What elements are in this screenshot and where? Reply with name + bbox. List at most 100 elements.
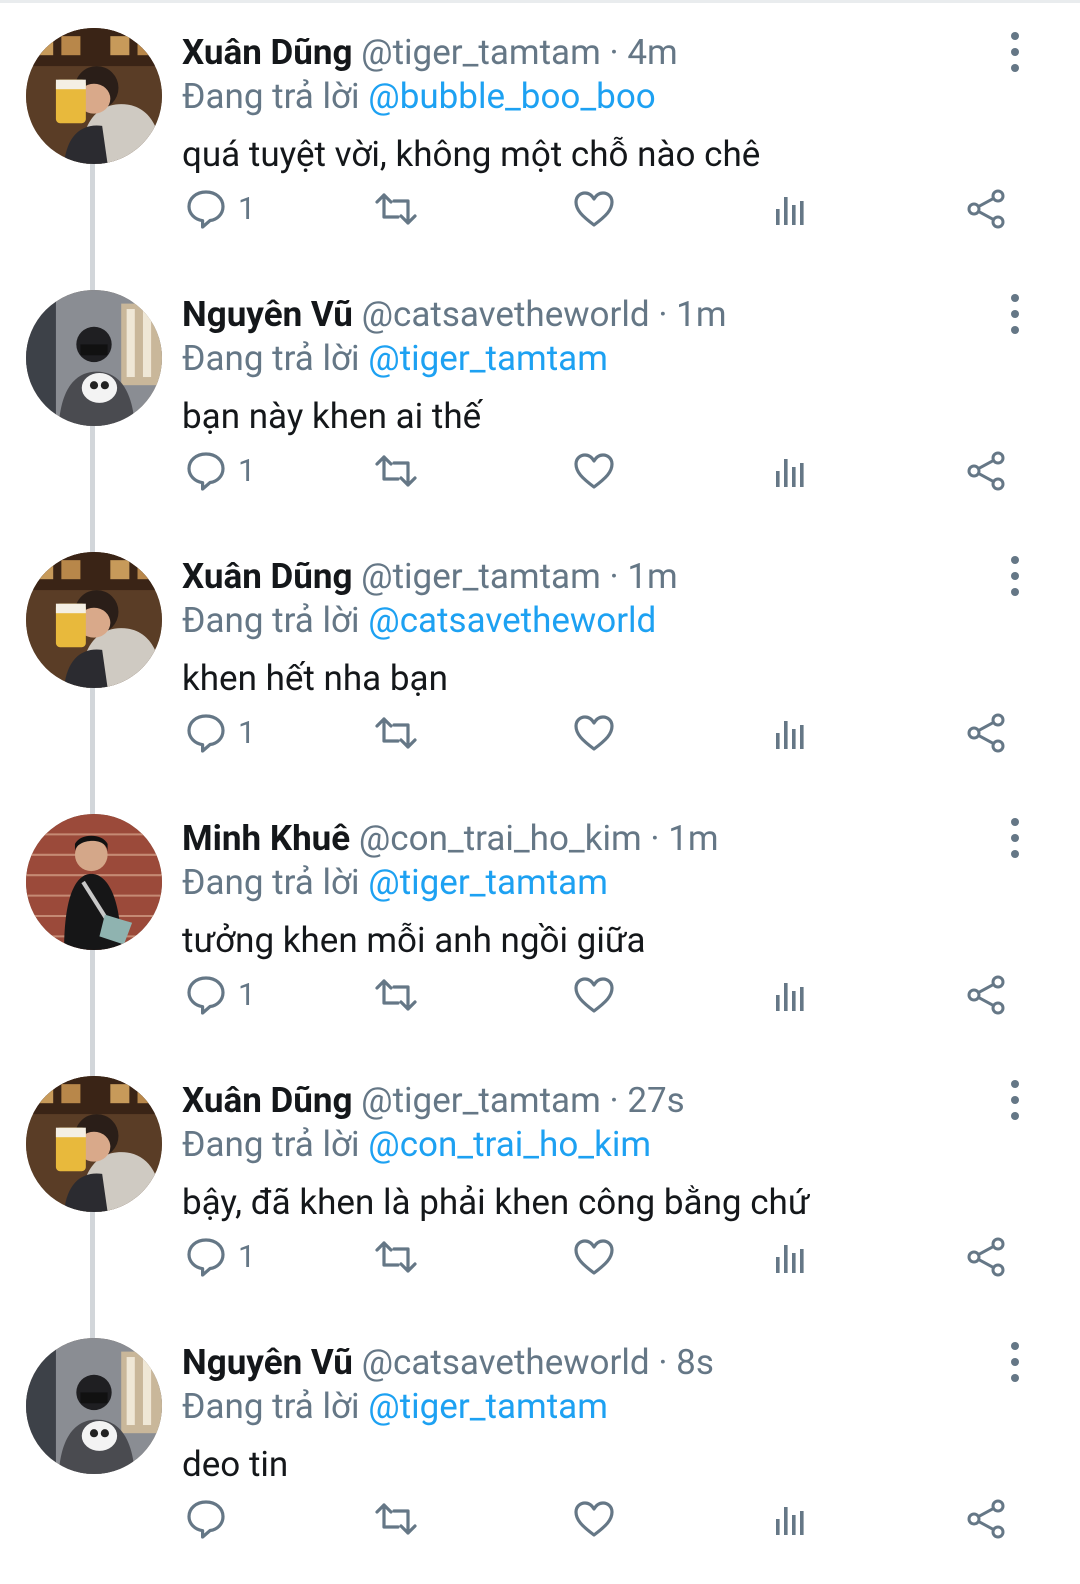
analytics-icon bbox=[776, 1507, 804, 1535]
replying-to-handle[interactable]: @catsavetheworld bbox=[368, 600, 656, 641]
tweet-header: Minh Khuê @con_trai_ho_kim · 1m bbox=[182, 814, 719, 864]
replying-to-handle[interactable]: @tiger_tamtam bbox=[368, 338, 608, 379]
display-name[interactable]: Xuân Dũng bbox=[182, 556, 352, 597]
retweet-button[interactable] bbox=[374, 1227, 418, 1287]
share-button[interactable] bbox=[964, 703, 1008, 763]
reply-icon bbox=[187, 190, 225, 229]
user-handle[interactable]: @con_trai_ho_kim bbox=[359, 818, 642, 859]
more-options-icon[interactable] bbox=[998, 1080, 1032, 1120]
replying-to-label: Đang trả lời bbox=[182, 1124, 360, 1165]
analytics-button[interactable] bbox=[768, 965, 812, 1025]
user-handle[interactable]: @catsavetheworld bbox=[362, 294, 650, 335]
tweet[interactable]: Xuân Dũng @tiger_tamtam · 1m Đang trả lờ… bbox=[0, 528, 1080, 814]
retweet-icon bbox=[375, 1503, 417, 1535]
more-options-icon[interactable] bbox=[998, 32, 1032, 72]
replying-to-label: Đang trả lời bbox=[182, 338, 360, 379]
share-button[interactable] bbox=[964, 179, 1008, 239]
share-icon bbox=[967, 189, 1005, 229]
reply-button[interactable]: 1 bbox=[184, 703, 255, 763]
replying-to-handle[interactable]: @tiger_tamtam bbox=[368, 862, 608, 903]
reply-button[interactable]: 1 bbox=[184, 965, 255, 1025]
user-handle[interactable]: @tiger_tamtam bbox=[361, 32, 601, 73]
share-button[interactable] bbox=[964, 965, 1008, 1025]
timestamp[interactable]: 1m bbox=[668, 818, 718, 859]
retweet-icon bbox=[375, 193, 417, 225]
heart-icon bbox=[574, 715, 614, 751]
tweet-text: tưởng khen mỗi anh ngồi giữa bbox=[182, 920, 646, 961]
like-button[interactable] bbox=[572, 1227, 616, 1287]
reply-icon bbox=[187, 714, 225, 753]
display-name[interactable]: Xuân Dũng bbox=[182, 1080, 352, 1121]
retweet-button[interactable] bbox=[374, 441, 418, 501]
replying-to: Đang trả lời @tiger_tamtam bbox=[182, 1384, 608, 1430]
replying-to-handle[interactable]: @bubble_boo_boo bbox=[368, 76, 656, 117]
avatar-beer[interactable] bbox=[26, 28, 162, 164]
like-button[interactable] bbox=[572, 965, 616, 1025]
like-button[interactable] bbox=[572, 441, 616, 501]
avatar-dog[interactable] bbox=[26, 1338, 162, 1474]
user-handle[interactable]: @catsavetheworld bbox=[362, 1342, 650, 1383]
more-options-icon[interactable] bbox=[998, 1342, 1032, 1382]
like-button[interactable] bbox=[572, 179, 616, 239]
replying-to: Đang trả lời @tiger_tamtam bbox=[182, 860, 608, 906]
tweet-header: Nguyên Vũ @catsavetheworld · 8s bbox=[182, 1338, 714, 1388]
tweet[interactable]: Xuân Dũng @tiger_tamtam · 4m Đang trả lờ… bbox=[0, 4, 1080, 290]
display-name[interactable]: Xuân Dũng bbox=[182, 32, 352, 73]
analytics-icon bbox=[776, 197, 804, 225]
replying-to-handle[interactable]: @tiger_tamtam bbox=[368, 1386, 608, 1427]
analytics-button[interactable] bbox=[768, 703, 812, 763]
share-button[interactable] bbox=[964, 441, 1008, 501]
more-options-icon[interactable] bbox=[998, 556, 1032, 596]
heart-icon bbox=[574, 977, 614, 1013]
avatar-beer[interactable] bbox=[26, 1076, 162, 1212]
like-button[interactable] bbox=[572, 703, 616, 763]
display-name[interactable]: Nguyên Vũ bbox=[182, 294, 353, 335]
share-button[interactable] bbox=[964, 1227, 1008, 1287]
timestamp[interactable]: 27s bbox=[627, 1080, 684, 1121]
timestamp[interactable]: 1m bbox=[627, 556, 677, 597]
more-options-icon[interactable] bbox=[998, 818, 1032, 858]
retweet-button[interactable] bbox=[374, 1489, 418, 1549]
replying-to-label: Đang trả lời bbox=[182, 862, 360, 903]
avatar-beer[interactable] bbox=[26, 552, 162, 688]
timestamp[interactable]: 1m bbox=[676, 294, 726, 335]
reply-thread: Xuân Dũng @tiger_tamtam · 4m Đang trả lờ… bbox=[0, 0, 1080, 1584]
analytics-button[interactable] bbox=[768, 441, 812, 501]
tweet-actions: 1 bbox=[180, 179, 1020, 239]
tweet[interactable]: Nguyên Vũ @catsavetheworld · 1m Đang trả… bbox=[0, 266, 1080, 552]
reply-icon bbox=[187, 1500, 225, 1539]
reply-button[interactable]: 1 bbox=[184, 441, 255, 501]
retweet-button[interactable] bbox=[374, 703, 418, 763]
like-button[interactable] bbox=[572, 1489, 616, 1549]
display-name[interactable]: Nguyên Vũ bbox=[182, 1342, 353, 1383]
replying-to-handle[interactable]: @con_trai_ho_kim bbox=[368, 1124, 651, 1165]
retweet-button[interactable] bbox=[374, 179, 418, 239]
avatar-brick[interactable] bbox=[26, 814, 162, 950]
heart-icon bbox=[574, 1239, 614, 1275]
analytics-button[interactable] bbox=[768, 179, 812, 239]
tweet[interactable]: Minh Khuê @con_trai_ho_kim · 1m Đang trả… bbox=[0, 790, 1080, 1076]
reply-count: 1 bbox=[238, 1238, 256, 1275]
reply-button[interactable]: 1 bbox=[184, 179, 255, 239]
separator-dot: · bbox=[609, 1080, 619, 1121]
timestamp[interactable]: 4m bbox=[627, 32, 677, 73]
tweet-text: deo tin bbox=[182, 1444, 289, 1485]
retweet-button[interactable] bbox=[374, 965, 418, 1025]
reply-button[interactable] bbox=[184, 1489, 228, 1549]
reply-button[interactable]: 1 bbox=[184, 1227, 255, 1287]
display-name[interactable]: Minh Khuê bbox=[182, 818, 350, 859]
heart-icon bbox=[574, 453, 614, 489]
more-options-icon[interactable] bbox=[998, 294, 1032, 334]
retweet-icon bbox=[375, 717, 417, 749]
reply-icon bbox=[187, 976, 225, 1015]
tweet[interactable]: Xuân Dũng @tiger_tamtam · 27s Đang trả l… bbox=[0, 1052, 1080, 1338]
tweet[interactable]: Nguyên Vũ @catsavetheworld · 8s Đang trả… bbox=[0, 1314, 1080, 1576]
analytics-button[interactable] bbox=[768, 1489, 812, 1549]
avatar-dog[interactable] bbox=[26, 290, 162, 426]
share-button[interactable] bbox=[964, 1489, 1008, 1549]
timestamp[interactable]: 8s bbox=[676, 1342, 714, 1383]
replying-to: Đang trả lời @catsavetheworld bbox=[182, 598, 656, 644]
user-handle[interactable]: @tiger_tamtam bbox=[361, 556, 601, 597]
user-handle[interactable]: @tiger_tamtam bbox=[361, 1080, 601, 1121]
analytics-button[interactable] bbox=[768, 1227, 812, 1287]
